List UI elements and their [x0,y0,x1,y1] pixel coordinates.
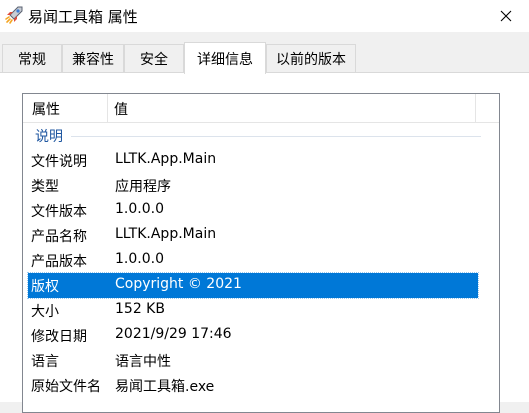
tab-strip: 常规 兼容性 安全 详细信息 以前的版本 [0,42,529,74]
rocket-icon [5,6,23,24]
property-value: 语言中性 [115,354,171,370]
property-value: LLTK.App.Main [115,151,217,167]
details-list[interactable]: 属性 值 说明 文件说明 LLTK.App.Main 类型 应用程序 文件版本 … [22,93,500,413]
list-item[interactable]: 类型 应用程序 [28,173,478,198]
group-divider [71,136,481,137]
column-header-property[interactable]: 属性 [32,99,60,119]
property-value: 1.0.0.0 [115,251,164,267]
property-name: 类型 [31,179,59,195]
property-name: 修改日期 [31,329,87,345]
window-title: 易闻工具箱 属性 [28,8,138,26]
tab-details[interactable]: 详细信息 [184,42,266,74]
property-value: 152 KB [115,301,165,317]
property-name: 语言 [31,354,59,370]
property-value: LLTK.App.Main [115,226,217,242]
property-name: 版权 [31,279,59,295]
property-name: 文件说明 [31,154,87,170]
list-item[interactable]: 大小 152 KB [28,298,478,323]
tab-compatibility[interactable]: 兼容性 [62,44,124,72]
title-bar: 易闻工具箱 属性 [0,0,529,32]
list-item[interactable]: 修改日期 2021/9/29 17:46 [28,323,478,348]
column-header-value[interactable]: 值 [114,99,128,119]
property-name: 产品名称 [31,229,87,245]
list-item[interactable]: 产品版本 1.0.0.0 [28,248,478,273]
list-header: 属性 值 [23,94,499,123]
list-item[interactable]: 原始文件名 易闻工具箱.exe [28,373,478,398]
list-item[interactable]: 语言 语言中性 [28,348,478,373]
property-value: Copyright © 2021 [115,276,242,292]
tab-previous-versions[interactable]: 以前的版本 [266,44,356,72]
property-name: 大小 [31,304,59,320]
group-header-description[interactable]: 说明 [23,124,499,146]
property-name: 文件版本 [31,204,87,220]
column-separator[interactable] [475,94,476,122]
close-button[interactable] [483,0,529,32]
property-value: 应用程序 [115,179,171,195]
column-separator[interactable] [107,94,108,122]
list-item-selected[interactable]: 版权 Copyright © 2021 [27,272,479,299]
list-item[interactable]: 文件版本 1.0.0.0 [28,198,478,223]
list-item[interactable]: 产品名称 LLTK.App.Main [28,223,478,248]
details-panel: 属性 值 说明 文件说明 LLTK.App.Main 类型 应用程序 文件版本 … [0,72,529,413]
close-icon [500,10,512,22]
group-label: 说明 [35,129,63,145]
tab-general[interactable]: 常规 [2,44,62,72]
list-item[interactable]: 文件说明 LLTK.App.Main [28,148,478,173]
property-value: 易闻工具箱.exe [115,379,215,395]
property-name: 产品版本 [31,254,87,270]
property-value: 1.0.0.0 [115,201,164,217]
property-name: 原始文件名 [31,379,101,395]
tab-security[interactable]: 安全 [124,44,184,72]
property-value: 2021/9/29 17:46 [115,326,232,342]
